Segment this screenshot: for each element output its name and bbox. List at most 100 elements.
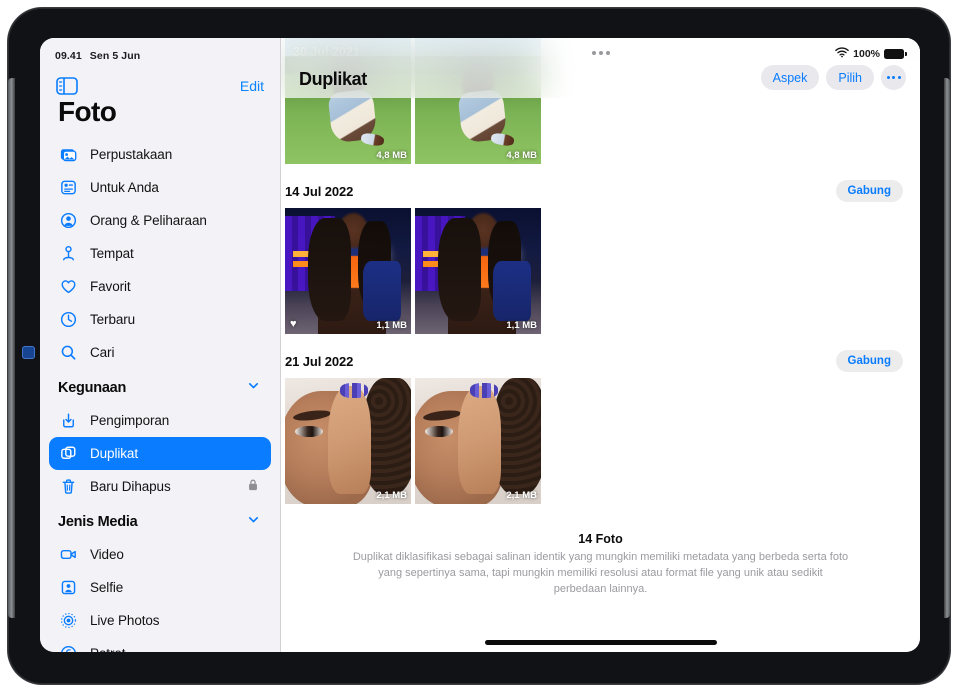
status-time: 09.41 <box>55 50 82 62</box>
photo-thumbnail[interactable]: 2,1 MB <box>415 378 541 504</box>
nav-title: Duplikat <box>299 69 367 89</box>
lock-icon <box>247 478 259 497</box>
chevron-down-icon[interactable] <box>247 379 260 397</box>
sidebar-toggle-icon[interactable] <box>56 77 78 95</box>
sidebar-item-baru-dihapus[interactable]: Baru Dihapus <box>49 470 271 503</box>
duplicate-icon <box>58 444 78 464</box>
portrait-icon <box>58 644 78 652</box>
photo-size-label: 2,1 MB <box>506 490 537 501</box>
thumbnail-row: 2,1 MB 2,1 MB <box>281 378 920 514</box>
for-you-icon <box>58 178 78 198</box>
merge-button[interactable]: Gabung <box>835 180 903 202</box>
photo-thumbnail[interactable]: ♥ 1,1 MB <box>285 208 411 334</box>
sidebar-item-video[interactable]: Video <box>49 538 271 571</box>
ellipsis-icon <box>886 76 901 79</box>
sidebar-item-cari[interactable]: Cari <box>49 336 271 369</box>
photo-size-label: 1,1 MB <box>376 320 407 331</box>
duplicate-group: 21 Jul 2022 Gabung 2,1 MB 2,1 MB <box>281 344 920 514</box>
heart-icon <box>58 277 78 297</box>
wifi-icon <box>835 47 849 61</box>
sidebar-item-potret[interactable]: Potret <box>49 637 271 652</box>
aspect-button[interactable]: Aspek <box>760 65 820 90</box>
sidebar-item-perpustakaan[interactable]: Perpustakaan <box>49 138 271 171</box>
photo-thumbnail[interactable]: 1,1 MB <box>415 208 541 334</box>
favorite-heart-icon: ♥ <box>290 318 297 330</box>
section-header-jenis-media[interactable]: Jenis Media <box>49 506 271 538</box>
photo-library-icon <box>58 145 78 165</box>
sidebar-item-label: Live Photos <box>90 613 160 628</box>
status-bar-right: 100% <box>835 47 907 61</box>
device-right-edge <box>944 78 950 618</box>
sidebar-item-label: Tempat <box>90 246 134 261</box>
sidebar-item-terbaru[interactable]: Terbaru <box>49 303 271 336</box>
photo-thumbnail[interactable]: 2,1 MB <box>285 378 411 504</box>
section-label: Kegunaan <box>58 380 127 396</box>
group-header: 14 Jul 2022 Gabung <box>281 174 920 208</box>
sidebar-item-live-photos[interactable]: Live Photos <box>49 604 271 637</box>
device-left-edge <box>8 78 15 618</box>
battery-full-icon <box>884 49 907 59</box>
sidebar-item-tempat[interactable]: Tempat <box>49 237 271 270</box>
sidebar-nav-list[interactable]: Perpustakaan Untuk Anda Orang & Pelihara… <box>40 138 280 652</box>
nav-bar: Duplikat Aspek Pilih <box>281 38 920 98</box>
sidebar-item-label: Pengimporan <box>90 413 170 428</box>
sidebar-item-label: Favorit <box>90 279 131 294</box>
sidebar-item-pengimporan[interactable]: Pengimporan <box>49 404 271 437</box>
sidebar-item-label: Video <box>90 547 124 562</box>
duplicates-scroll-area[interactable]: 30 Jul 2021 Gabung 30 Jul 2021 4,8 MB 4,… <box>281 38 920 652</box>
section-label: Jenis Media <box>58 514 138 530</box>
group-date-label: 21 Jul 2022 <box>285 353 354 369</box>
device-frame: 09.41 Sen 5 Jun Edit Foto Perpustakaan U… <box>8 8 950 684</box>
thumbnail-row: ♥ 1,1 MB 1,1 MB <box>281 208 920 344</box>
sidebar-item-selfie[interactable]: Selfie <box>49 571 271 604</box>
group-date-label: 14 Jul 2022 <box>285 183 354 199</box>
sidebar-item-label: Perpustakaan <box>90 147 173 162</box>
sidebar-item-label: Terbaru <box>90 312 136 327</box>
photo-size-label: 4,8 MB <box>506 150 537 161</box>
sidebar-item-label: Baru Dihapus <box>90 479 171 494</box>
sidebar-item-label: Orang & Peliharaan <box>90 213 207 228</box>
trash-icon <box>58 477 78 497</box>
sidebar-item-label: Duplikat <box>90 446 138 461</box>
section-header-kegunaan[interactable]: Kegunaan <box>49 372 271 404</box>
status-bar-left: 09.41 Sen 5 Jun <box>55 50 140 62</box>
select-button[interactable]: Pilih <box>826 65 874 90</box>
photo-size-label: 2,1 MB <box>376 490 407 501</box>
sidebar: 09.41 Sen 5 Jun Edit Foto Perpustakaan U… <box>40 38 280 652</box>
merge-button[interactable]: Gabung <box>835 350 903 372</box>
nav-actions: Aspek Pilih <box>760 65 906 90</box>
sidebar-item-label: Potret <box>90 646 126 652</box>
main-content: 100% Duplikat Aspek Pilih 4,8 MB 4,8 MB … <box>280 38 920 652</box>
screen: 09.41 Sen 5 Jun Edit Foto Perpustakaan U… <box>40 38 920 652</box>
photo-count-label: 14 Foto <box>578 532 623 546</box>
clock-icon <box>58 310 78 330</box>
sidebar-item-orang-peliharaan[interactable]: Orang & Peliharaan <box>49 204 271 237</box>
footer-description: Duplikat diklasifikasi sebagai salinan i… <box>352 551 849 595</box>
footer-info: 14 Foto Duplikat diklasifikasi sebagai s… <box>281 514 920 598</box>
group-header: 21 Jul 2022 Gabung <box>281 344 920 378</box>
import-icon <box>58 411 78 431</box>
sidebar-item-duplikat[interactable]: Duplikat <box>49 437 271 470</box>
live-photos-icon <box>58 611 78 631</box>
status-date: Sen 5 Jun <box>89 50 141 62</box>
bezel-badge-icon <box>22 346 35 359</box>
more-options-button[interactable] <box>881 65 906 90</box>
home-indicator[interactable] <box>484 640 717 645</box>
page-title: Foto <box>58 96 117 127</box>
edit-button[interactable]: Edit <box>240 78 264 94</box>
sidebar-item-label: Untuk Anda <box>90 180 159 195</box>
sidebar-item-label: Selfie <box>90 580 124 595</box>
search-icon <box>58 343 78 363</box>
photo-size-label: 1,1 MB <box>506 320 537 331</box>
people-pets-icon <box>58 211 78 231</box>
sidebar-item-favorit[interactable]: Favorit <box>49 270 271 303</box>
sidebar-item-untuk-anda[interactable]: Untuk Anda <box>49 171 271 204</box>
places-pin-icon <box>58 244 78 264</box>
photo-size-label: 4,8 MB <box>376 150 407 161</box>
chevron-down-icon[interactable] <box>247 513 260 531</box>
battery-percent-label: 100% <box>853 48 880 60</box>
selfie-icon <box>58 578 78 598</box>
window-grabber-icon[interactable] <box>591 51 610 55</box>
video-icon <box>58 545 78 565</box>
sidebar-item-label: Cari <box>90 345 115 360</box>
